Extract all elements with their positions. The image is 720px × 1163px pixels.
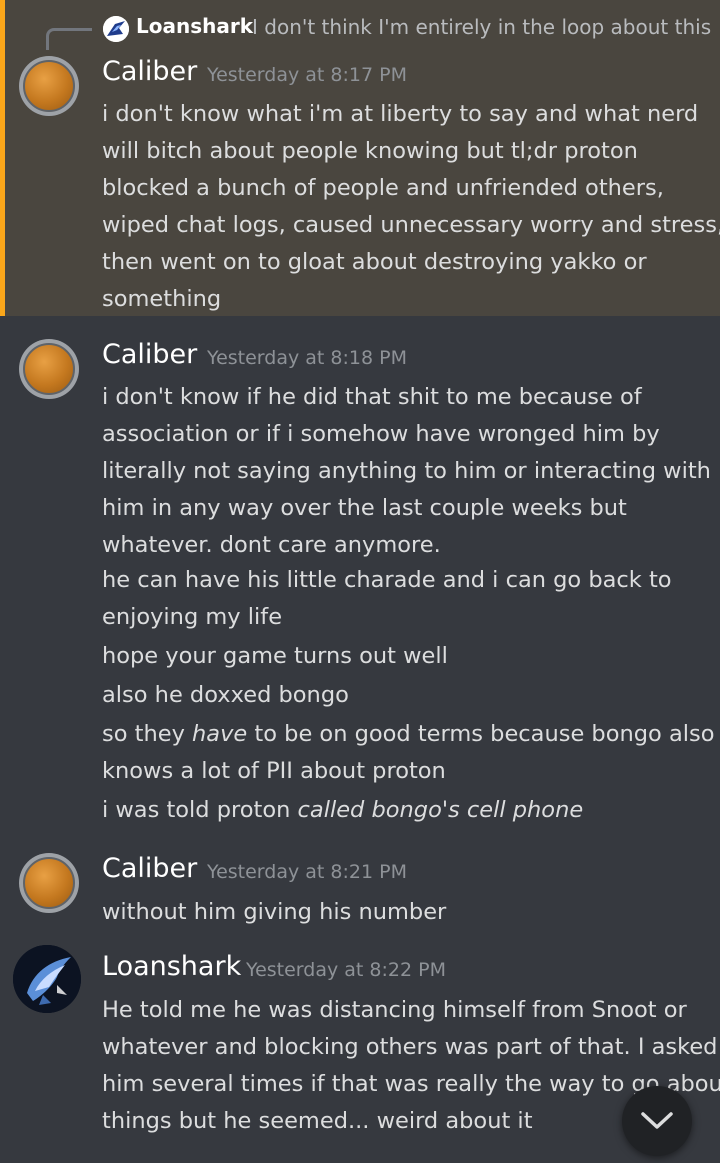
message-line: wiped chat logs, caused unnecessary worr… xyxy=(102,212,720,238)
message-author[interactable]: Caliber xyxy=(102,339,197,370)
mention-highlight-bar xyxy=(0,0,5,316)
message-line: without him giving his number xyxy=(102,899,447,925)
message-line: i don't know if he did that shit to me b… xyxy=(102,384,642,410)
message-line: him in any way over the last couple week… xyxy=(102,495,627,521)
message-author[interactable]: Caliber xyxy=(102,56,197,87)
avatar-image xyxy=(23,343,75,395)
message-timestamp: Yesterday at 8:18 PM xyxy=(207,347,407,369)
avatar[interactable] xyxy=(19,56,79,116)
avatar[interactable] xyxy=(19,853,79,913)
highlighted-message[interactable]: Loanshark I don't think I'm entirely in … xyxy=(0,0,720,316)
avatar-image xyxy=(23,857,75,909)
reply-reference[interactable]: Loanshark I don't think I'm entirely in … xyxy=(0,10,720,50)
message-line: something xyxy=(102,286,222,312)
message-line: things but he seemed... weird about it xyxy=(102,1108,533,1134)
text-segment: i was told proton xyxy=(102,797,298,823)
message-line: enjoying my life xyxy=(102,604,283,630)
message-line-italic: i was told proton called bongo's cell ph… xyxy=(102,795,583,825)
text-segment: so they xyxy=(102,721,193,747)
message-author[interactable]: Caliber xyxy=(102,853,197,884)
chat-messages: Loanshark I don't think I'm entirely in … xyxy=(0,0,720,1163)
message-line: literally not saying anything to him or … xyxy=(102,458,711,484)
message-author[interactable]: Loanshark xyxy=(102,951,241,982)
reply-connector-icon xyxy=(46,28,92,50)
message-line: whatever and blocking others was part of… xyxy=(102,1034,718,1060)
text-segment: to be on good terms because bongo also xyxy=(247,721,715,747)
message-line: whatever. dont care anymore. xyxy=(102,532,441,558)
message-line: i don't know what i'm at liberty to say … xyxy=(102,101,699,127)
italic-text: called bongo's cell phone xyxy=(297,797,584,823)
message-timestamp: Yesterday at 8:17 PM xyxy=(207,64,407,86)
message-line: hope your game turns out well xyxy=(102,643,448,669)
avatar[interactable] xyxy=(13,945,81,1013)
message-line: also he doxxed bongo xyxy=(102,682,349,708)
message-line: He told me he was distancing himself fro… xyxy=(102,997,687,1023)
message-line: him several times if that was really the… xyxy=(102,1071,720,1097)
message-line: blocked a bunch of people and unfriended… xyxy=(102,175,664,201)
avatar[interactable] xyxy=(19,339,79,399)
reply-text[interactable]: I don't think I'm entirely in the loop a… xyxy=(252,15,711,39)
italic-text: have xyxy=(192,721,248,747)
chevron-down-icon xyxy=(641,1112,673,1129)
jump-to-bottom-button[interactable] xyxy=(622,1086,692,1156)
avatar-image xyxy=(23,60,75,112)
message-line-italic: so they have to be on good terms because… xyxy=(102,719,714,749)
message-line: association or if i somehow have wronged… xyxy=(102,421,660,447)
message-line: then went on to gloat about destroying y… xyxy=(102,249,647,275)
shark-avatar-icon xyxy=(13,945,81,1013)
message-timestamp: Yesterday at 8:22 PM xyxy=(246,959,446,981)
message-line: he can have his little charade and i can… xyxy=(102,567,672,593)
message-line: will bitch about people knowing but tl;d… xyxy=(102,138,638,164)
message-line: knows a lot of PII about proton xyxy=(102,758,446,784)
message-timestamp: Yesterday at 8:21 PM xyxy=(207,861,407,883)
reply-author[interactable]: Loanshark xyxy=(136,14,253,38)
reply-avatar[interactable] xyxy=(103,16,129,42)
